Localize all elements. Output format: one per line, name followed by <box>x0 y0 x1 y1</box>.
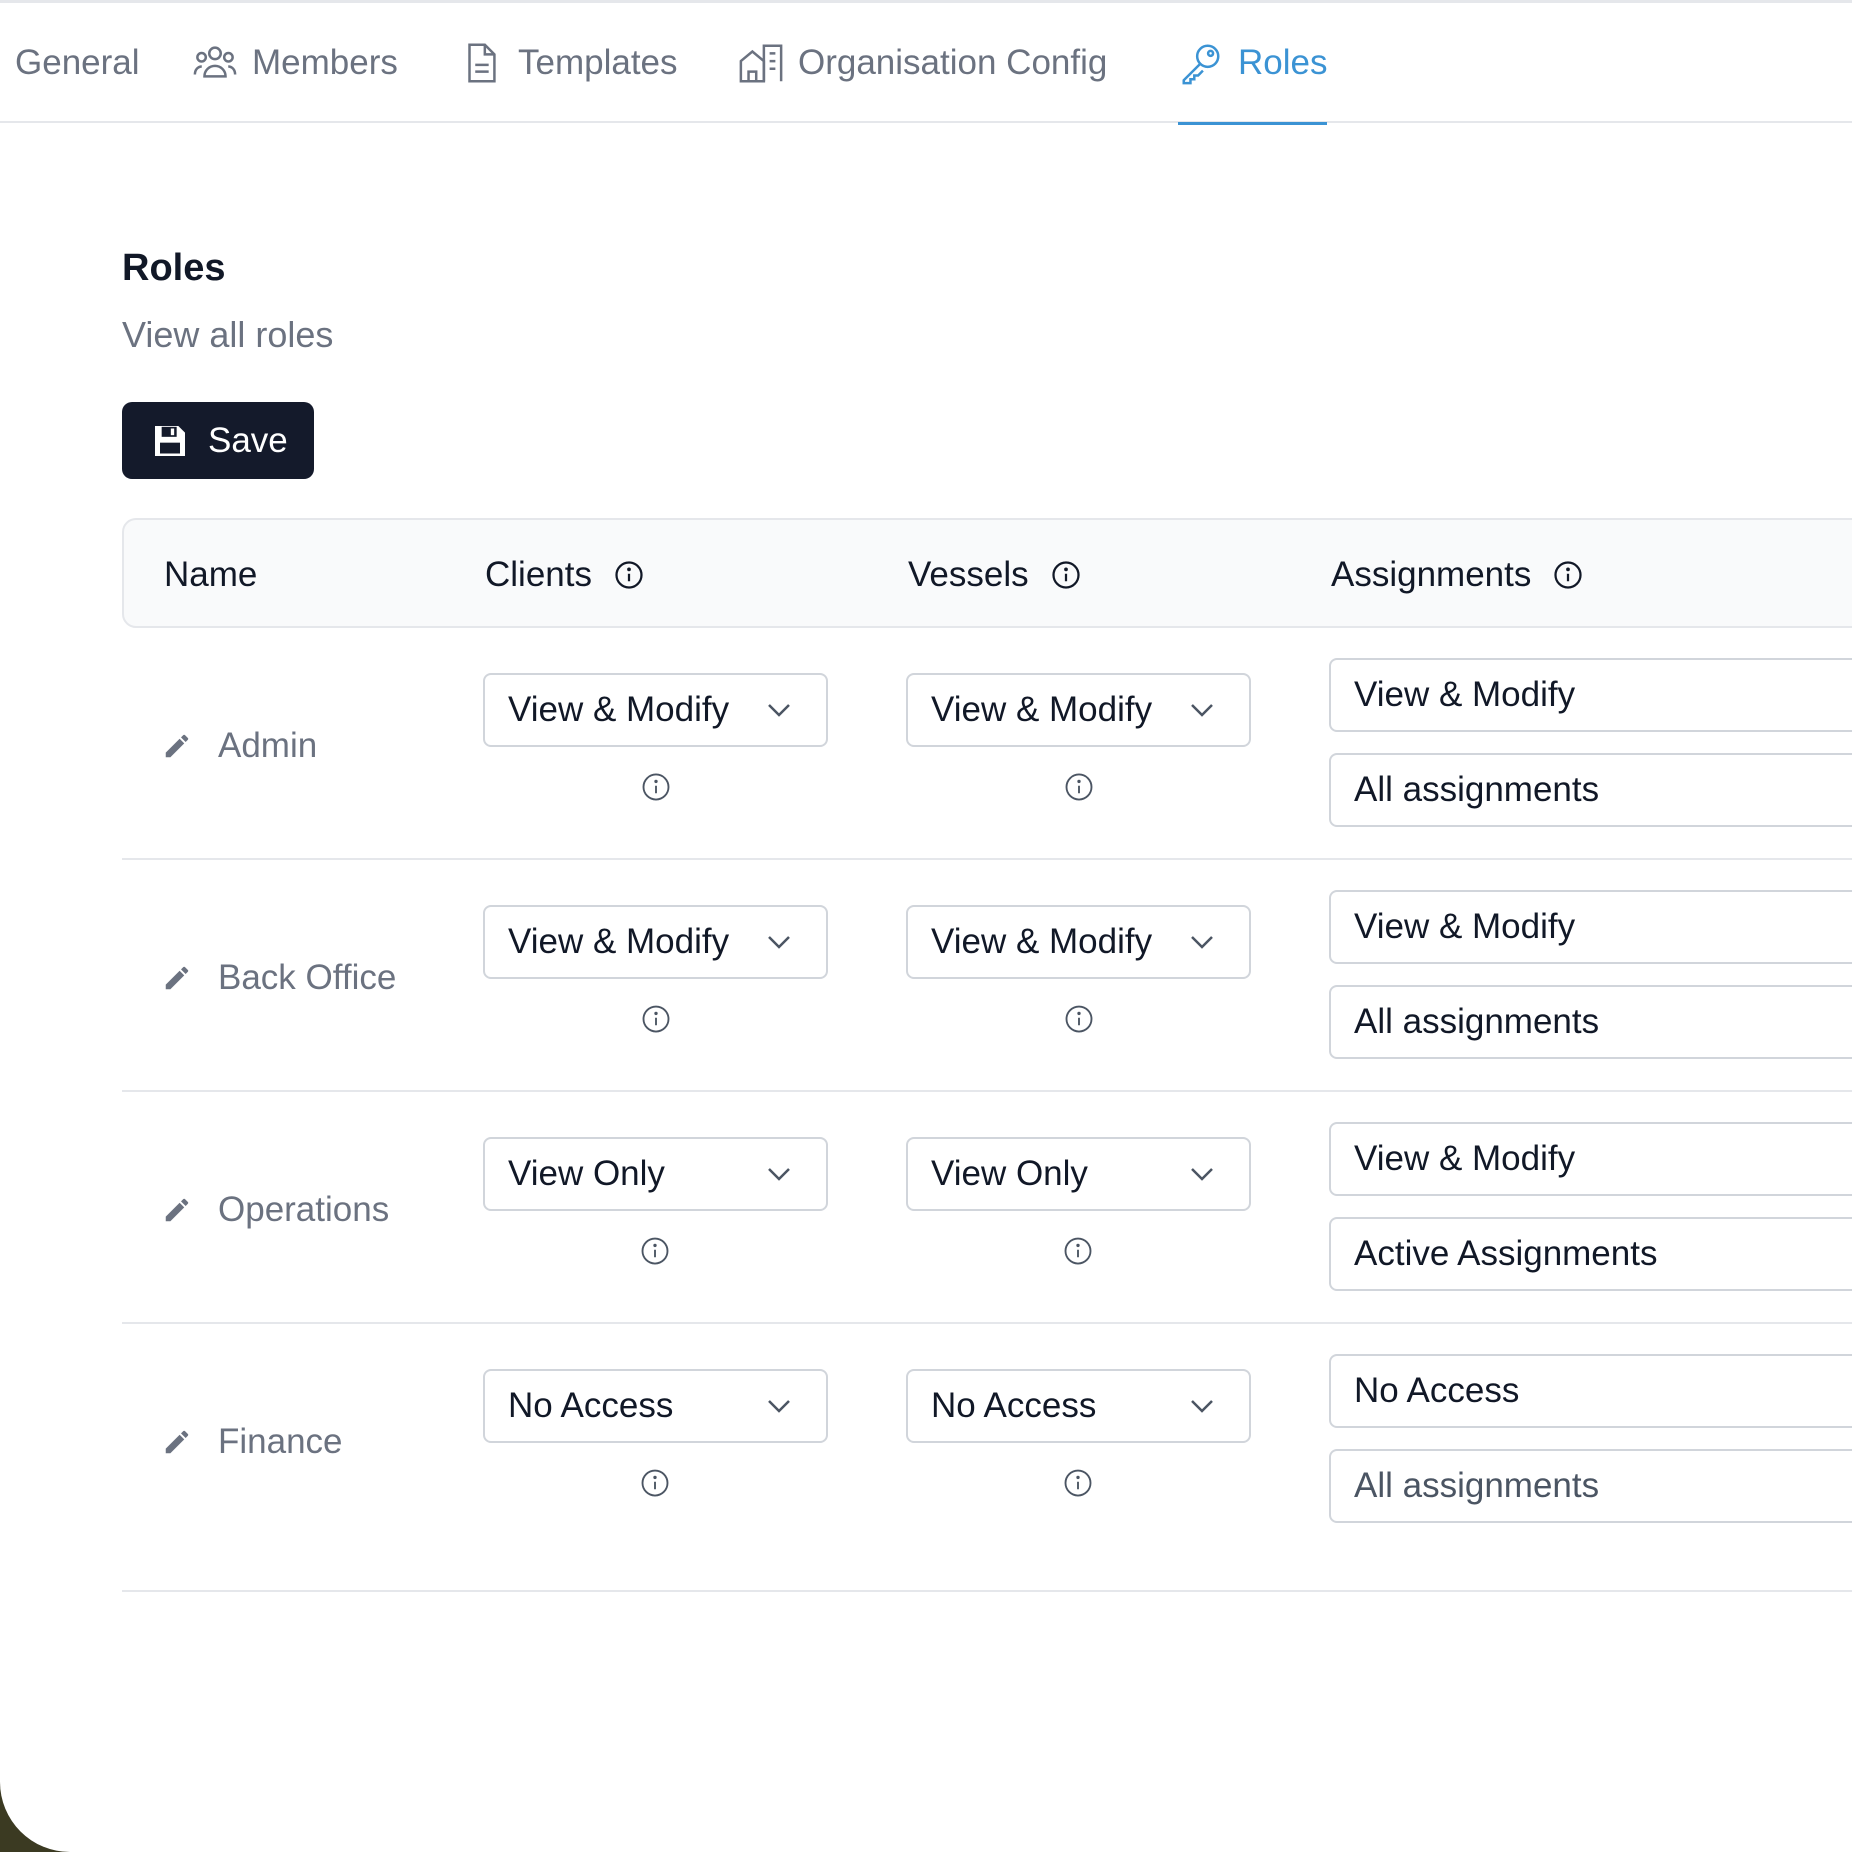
clients-access-select[interactable]: View & Modify <box>483 905 828 979</box>
save-button[interactable]: Save <box>122 402 314 479</box>
role-name: Admin <box>218 726 318 765</box>
info-icon[interactable] <box>641 772 671 802</box>
assignments-scope-select[interactable]: Active Assignments <box>1329 1217 1852 1291</box>
table-bottom-divider <box>122 1590 1852 1592</box>
assignments-scope-select[interactable]: All assignments <box>1329 985 1852 1059</box>
table-row: Back Office View & Modify View & Modify … <box>122 860 1852 1092</box>
role-name-edit[interactable]: Admin <box>162 726 317 766</box>
pencil-icon <box>165 734 189 758</box>
chevron-down-icon <box>1191 936 1213 949</box>
role-name-edit[interactable]: Finance <box>162 1422 343 1462</box>
save-button-label: Save <box>208 420 288 460</box>
info-icon[interactable] <box>1051 560 1081 590</box>
page-subtitle: View all roles <box>122 314 334 355</box>
column-header-clients-label: Clients <box>485 555 592 594</box>
info-icon[interactable] <box>1064 772 1094 802</box>
pencil-icon <box>165 966 189 990</box>
role-name-edit[interactable]: Operations <box>162 1190 389 1230</box>
assignments-access-select[interactable]: View & Modify <box>1329 658 1852 732</box>
building-icon <box>739 44 783 83</box>
assignments-access-select[interactable]: View & Modify <box>1329 1122 1852 1196</box>
role-name: Back Office <box>218 958 397 997</box>
tab-members[interactable]: Members <box>192 3 398 123</box>
role-name: Operations <box>218 1190 390 1229</box>
select-value: View Only <box>931 1154 1088 1193</box>
info-icon[interactable] <box>641 1004 671 1034</box>
floppy-disk-icon <box>155 425 185 456</box>
assignments-access-select[interactable]: No Access <box>1329 1354 1852 1428</box>
select-value: View & Modify <box>508 690 730 729</box>
table-row: Admin View & Modify View & Modify View &… <box>122 628 1852 860</box>
pencil-icon <box>165 1430 189 1454</box>
key-icon <box>1182 44 1220 85</box>
tab-members-label: Members <box>252 43 398 82</box>
select-value: All assignments <box>1354 1466 1600 1505</box>
clients-access-select[interactable]: View & Modify <box>483 673 828 747</box>
page-title: Roles <box>122 247 226 289</box>
tab-roles-label: Roles <box>1238 43 1328 82</box>
chevron-down-icon <box>768 1168 790 1181</box>
vessels-access-select[interactable]: No Access <box>906 1369 1251 1443</box>
column-header-vessels-label: Vessels <box>908 555 1029 594</box>
select-value: No Access <box>508 1386 674 1425</box>
info-icon[interactable] <box>1063 1236 1093 1266</box>
column-header-assignments: Assignments <box>1331 520 1583 630</box>
info-icon[interactable] <box>640 1468 670 1498</box>
info-icon[interactable] <box>1553 560 1583 590</box>
table-header: Name Clients Vessels Assignments <box>122 518 1852 628</box>
info-icon[interactable] <box>1064 1004 1094 1034</box>
chevron-down-icon <box>1191 704 1213 717</box>
chevron-down-icon <box>768 936 790 949</box>
clients-access-select[interactable]: No Access <box>483 1369 828 1443</box>
tab-templates-label: Templates <box>518 43 678 82</box>
select-value: View Only <box>508 1154 665 1193</box>
select-value: View & Modify <box>508 922 730 961</box>
tab-organisation-config-label: Organisation Config <box>798 43 1108 82</box>
tab-templates[interactable]: Templates <box>458 3 678 123</box>
info-icon[interactable] <box>1063 1468 1093 1498</box>
column-header-assignments-label: Assignments <box>1331 555 1532 594</box>
select-value: No Access <box>1354 1371 1520 1410</box>
users-icon <box>193 46 237 78</box>
vessels-access-select[interactable]: View Only <box>906 1137 1251 1211</box>
tab-organisation-config[interactable]: Organisation Config <box>738 3 1107 123</box>
column-header-name-label: Name <box>164 555 258 594</box>
assignments-scope-select[interactable]: All assignments <box>1329 1449 1852 1523</box>
select-value: Active Assignments <box>1354 1234 1658 1273</box>
column-header-clients: Clients <box>485 520 644 630</box>
tab-roles[interactable]: Roles <box>1178 3 1328 125</box>
assignments-access-select[interactable]: View & Modify <box>1329 890 1852 964</box>
role-name: Finance <box>218 1422 343 1461</box>
table-row: Operations View Only View Only View & Mo… <box>122 1092 1852 1324</box>
chevron-down-icon <box>1191 1168 1213 1181</box>
clients-access-select[interactable]: View Only <box>483 1137 828 1211</box>
select-value: No Access <box>931 1386 1097 1425</box>
column-header-name: Name <box>164 520 257 630</box>
document-icon <box>468 43 496 83</box>
tab-general[interactable]: General <box>15 3 140 123</box>
vessels-access-select[interactable]: View & Modify <box>906 905 1251 979</box>
table-row: Finance No Access No Access No Access Al… <box>122 1324 1852 1556</box>
chevron-down-icon <box>768 1400 790 1413</box>
vessels-access-select[interactable]: View & Modify <box>906 673 1251 747</box>
info-icon[interactable] <box>614 560 644 590</box>
select-value: All assignments <box>1354 770 1600 809</box>
column-header-vessels: Vessels <box>908 520 1081 630</box>
chevron-down-icon <box>1191 1400 1213 1413</box>
select-value: All assignments <box>1354 1002 1600 1041</box>
settings-tabs: General Members Templates Organisation C… <box>0 3 1852 125</box>
role-name-edit[interactable]: Back Office <box>162 958 396 998</box>
chevron-down-icon <box>768 704 790 717</box>
select-value: View & Modify <box>1354 907 1576 946</box>
info-icon[interactable] <box>640 1236 670 1266</box>
assignments-scope-select[interactable]: All assignments <box>1329 753 1852 827</box>
select-value: View & Modify <box>931 922 1153 961</box>
select-value: View & Modify <box>1354 1139 1576 1178</box>
select-value: View & Modify <box>1354 675 1576 714</box>
pencil-icon <box>165 1198 189 1222</box>
tab-general-label: General <box>15 43 140 82</box>
settings-window: General Members Templates Organisation C… <box>0 0 1852 1852</box>
select-value: View & Modify <box>931 690 1153 729</box>
